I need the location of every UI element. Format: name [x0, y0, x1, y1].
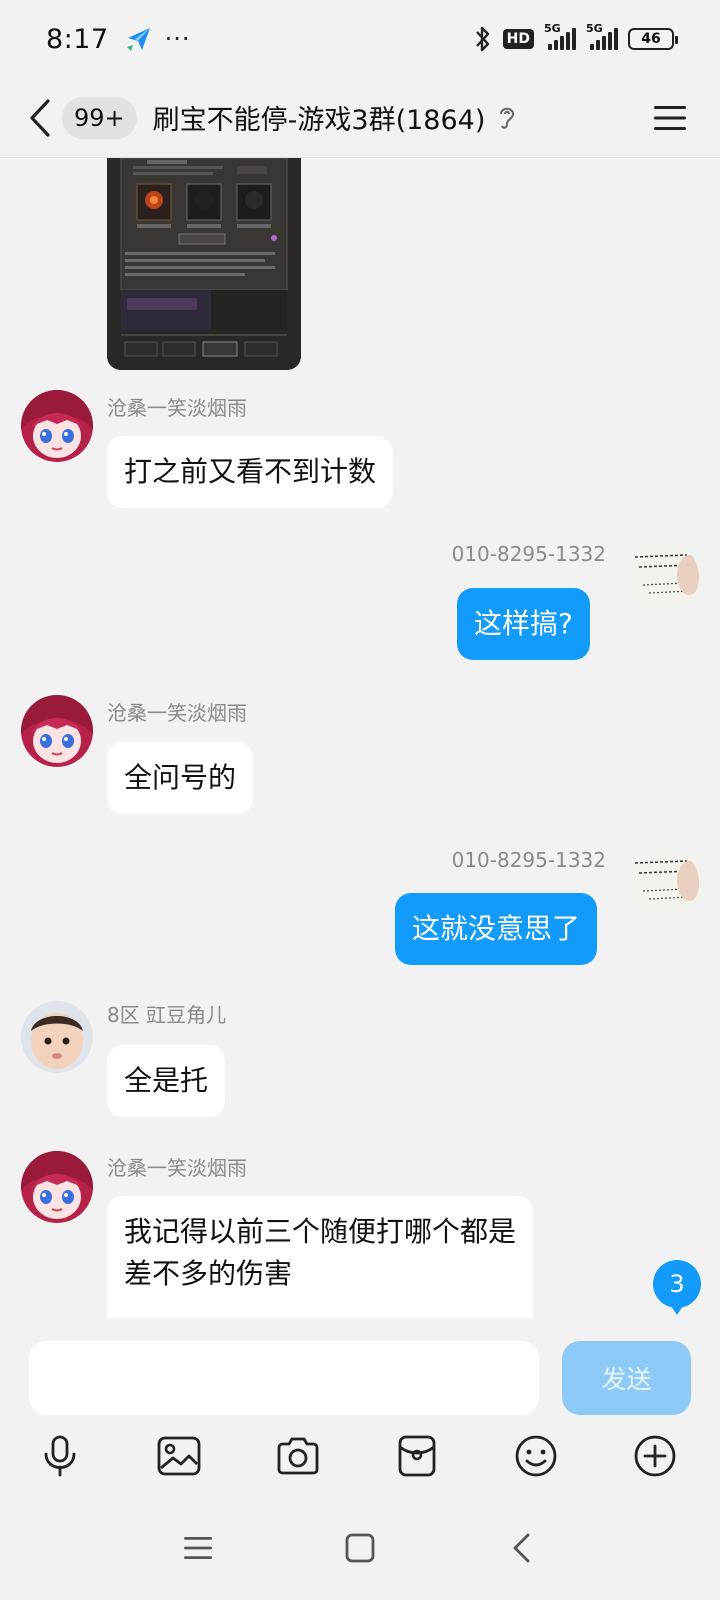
message-bubble[interactable]: 全问号的 — [107, 742, 254, 814]
bluetooth-icon — [475, 26, 489, 52]
anime-avatar-icon — [21, 390, 93, 462]
sender-avatar[interactable] — [21, 695, 93, 767]
status-bar: 8:17 ··· HD 5G 5G 46 — [0, 0, 720, 78]
recent-apps-icon — [184, 1537, 212, 1559]
baby-photo-avatar-icon — [21, 1001, 93, 1073]
sender-name[interactable]: 010-8295-1332 — [452, 542, 606, 566]
calligraphy-avatar-icon — [627, 541, 699, 613]
back-icon — [30, 98, 50, 137]
unread-count-badge[interactable]: 99+ — [62, 96, 137, 139]
self-avatar[interactable] — [627, 541, 699, 613]
system-nav-bar — [0, 1510, 720, 1600]
more-notifications-icon: ··· — [164, 25, 191, 53]
back-button[interactable] — [20, 90, 60, 146]
image-icon — [157, 1436, 201, 1476]
group-menu-button[interactable] — [648, 96, 692, 140]
anime-avatar-icon — [21, 1151, 93, 1223]
sender-name[interactable]: 沧桑一笑淡烟雨 — [107, 1152, 247, 1181]
red-packet-icon — [398, 1435, 436, 1477]
send-button[interactable]: 发送 — [562, 1341, 691, 1415]
home-icon — [345, 1533, 375, 1563]
recent-apps-button[interactable] — [174, 1524, 222, 1572]
message-input[interactable] — [29, 1341, 539, 1415]
send-app-icon — [126, 28, 150, 51]
battery-icon: 46 — [628, 28, 678, 50]
message-bubble[interactable]: 打之前又看不到计数 — [107, 436, 394, 508]
sender-name[interactable]: 沧桑一笑淡烟雨 — [107, 392, 247, 421]
group-title[interactable]: 刷宝不能停-游戏3群(1864) — [153, 98, 486, 137]
message-bubble[interactable]: 这样搞? — [457, 588, 590, 660]
signal-icon: 5G — [586, 22, 618, 50]
sender-name[interactable]: 沧桑一笑淡烟雨 — [107, 697, 247, 726]
calligraphy-avatar-icon — [627, 847, 699, 919]
message-bubble[interactable]: 这就没意思了 — [395, 893, 598, 965]
back-nav-icon — [513, 1533, 530, 1563]
anime-avatar-icon — [21, 695, 93, 767]
emoji-button[interactable] — [508, 1428, 564, 1484]
message-bubble[interactable]: 我记得以前三个随便打哪个都是 差不多的伤害 — [107, 1196, 534, 1318]
voice-button[interactable] — [32, 1428, 88, 1484]
camera-button[interactable] — [270, 1428, 326, 1484]
image-message[interactable] — [107, 158, 301, 370]
sender-avatar[interactable] — [21, 1151, 93, 1223]
message-line: 我记得以前三个随便打哪个都是 — [124, 1215, 517, 1248]
input-toolbar — [0, 1428, 720, 1500]
sender-avatar[interactable] — [21, 1001, 93, 1073]
back-nav-button[interactable] — [498, 1524, 546, 1572]
chat-message-list[interactable]: 沧桑一笑淡烟雨 打之前又看不到计数 010-8295-1332 这样搞? 沧桑一… — [0, 158, 720, 1328]
signal-icon: 5G — [544, 22, 576, 50]
status-time: 8:17 — [46, 23, 109, 55]
camera-icon — [277, 1437, 319, 1475]
menu-icon — [654, 106, 686, 130]
sender-avatar[interactable] — [21, 390, 93, 462]
more-button[interactable] — [627, 1428, 683, 1484]
sender-name[interactable]: 8区 豇豆角儿 — [107, 999, 226, 1028]
red-packet-button[interactable] — [389, 1428, 445, 1484]
emoji-icon — [515, 1435, 557, 1477]
chat-header: 99+ 刷宝不能停-游戏3群(1864) — [0, 78, 720, 158]
hd-icon: HD — [502, 29, 534, 49]
new-messages-badge[interactable]: 3 — [653, 1260, 701, 1315]
battery-level: 46 — [641, 31, 661, 47]
ear-icon[interactable] — [495, 104, 519, 132]
plus-icon — [634, 1435, 676, 1477]
home-button[interactable] — [336, 1524, 384, 1572]
message-bubble[interactable]: 全是托 — [107, 1045, 226, 1117]
image-button[interactable] — [151, 1428, 207, 1484]
game-screenshot-image — [107, 158, 301, 370]
self-avatar[interactable] — [627, 847, 699, 919]
message-line: 差不多的伤害 — [124, 1257, 293, 1290]
sender-name[interactable]: 010-8295-1332 — [452, 848, 606, 872]
microphone-icon — [44, 1435, 76, 1477]
